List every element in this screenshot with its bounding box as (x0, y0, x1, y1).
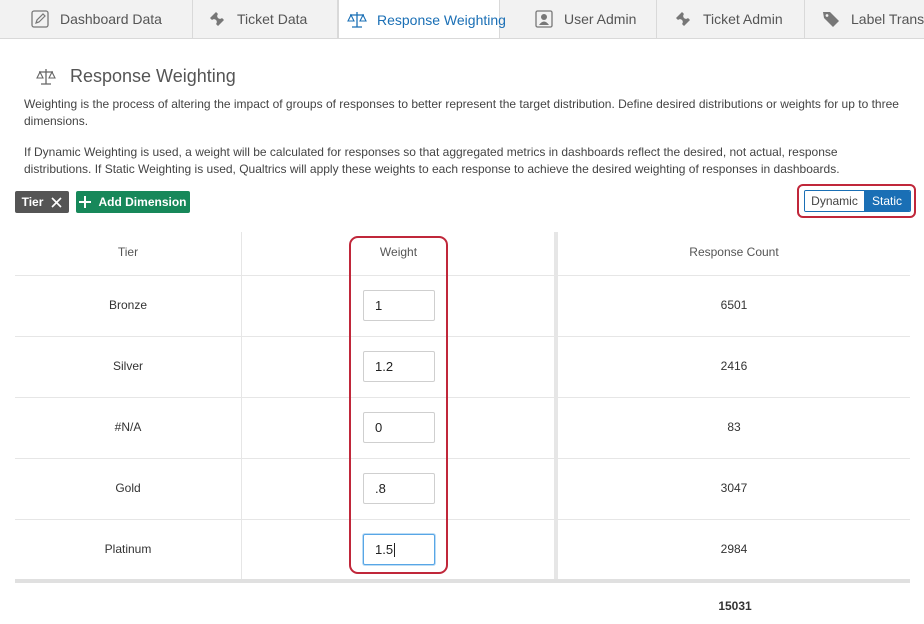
weighting-mode-toggle: Dynamic Static (804, 190, 911, 212)
tab-ticket-data[interactable]: Ticket Data (193, 0, 338, 38)
tab-label: Ticket Admin (703, 11, 783, 27)
page-title: Response Weighting (36, 66, 236, 87)
tab-user-admin[interactable]: User Admin (500, 0, 657, 38)
ticket-icon (207, 9, 227, 29)
pencil-icon (30, 9, 50, 29)
tab-response-weighting[interactable]: Response Weighting (338, 0, 506, 38)
add-dimension-button[interactable]: Add Dimension (76, 191, 190, 213)
column-divider (554, 232, 558, 580)
column-divider (241, 232, 242, 580)
response-count-cell: 2984 (720, 542, 748, 556)
tab-dashboard-data[interactable]: Dashboard Data (0, 0, 193, 38)
scale-icon (347, 10, 367, 30)
weight-column-highlight (349, 236, 448, 574)
dimension-chip[interactable]: Tier (15, 191, 69, 213)
tab-ticket-admin[interactable]: Ticket Admin (657, 0, 805, 38)
mode-option-dynamic[interactable]: Dynamic (805, 191, 864, 211)
row-divider (15, 458, 910, 459)
tab-bar: Dashboard Data Ticket Data Response Weig… (0, 0, 924, 39)
tier-cell: Platinum (104, 542, 152, 556)
close-icon[interactable] (51, 196, 62, 208)
row-divider (15, 397, 910, 398)
scale-icon (36, 68, 56, 85)
description-paragraph: Weighting is the process of altering the… (24, 97, 899, 128)
table-footer-rule (15, 579, 910, 583)
tab-label: User Admin (564, 11, 637, 27)
row-divider (15, 336, 910, 337)
tab-label: Ticket Data (237, 11, 308, 27)
tier-cell: Bronze (108, 298, 148, 312)
response-count-cell: 83 (727, 420, 741, 434)
row-divider (15, 275, 910, 276)
page-title-text: Response Weighting (70, 66, 236, 86)
tab-label: Dashboard Data (60, 11, 162, 27)
column-header-response-count: Response Count (689, 245, 779, 259)
add-dimension-label: Add Dimension (98, 195, 187, 209)
tab-label: Response Weighting (377, 11, 506, 28)
tier-cell: Silver (112, 359, 143, 373)
dimension-chip-label: Tier (21, 195, 44, 209)
response-count-cell: 2416 (720, 359, 748, 373)
mode-option-static[interactable]: Static (864, 191, 910, 211)
user-card-icon (534, 9, 554, 29)
tier-cell: #N/A (114, 420, 142, 434)
column-header-tier: Tier (117, 245, 139, 259)
tag-icon (821, 9, 841, 29)
description-paragraph: If Dynamic Weighting is used, a weight w… (24, 145, 840, 176)
ticket-icon (673, 9, 693, 29)
tier-cell: Gold (115, 481, 141, 495)
row-divider (15, 519, 910, 520)
response-count-cell: 6501 (720, 298, 748, 312)
plus-icon (79, 196, 92, 208)
response-count-total: 15031 (718, 599, 752, 613)
tab-label-translations[interactable]: Label Transla (805, 0, 924, 38)
tab-label: Label Transla (851, 11, 924, 27)
response-count-cell: 3047 (720, 481, 748, 495)
